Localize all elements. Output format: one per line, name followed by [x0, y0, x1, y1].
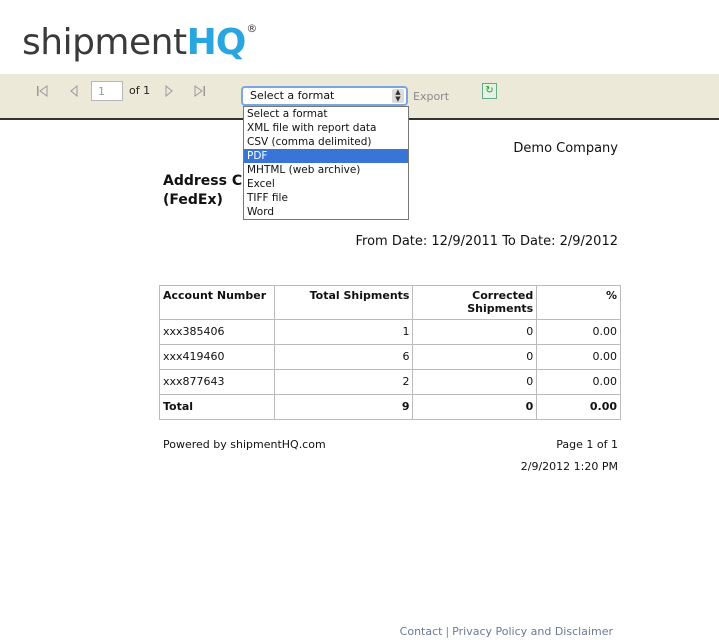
total-label: Total: [159, 394, 275, 420]
prev-page-icon[interactable]: [66, 84, 82, 100]
column-header-account: Account Number: [159, 285, 275, 320]
table-row: xxx419460 6 0 0.00: [159, 344, 621, 370]
page-info-text: Page 1 of 1: [556, 438, 618, 451]
table-total-row: Total 9 0 0.00: [159, 394, 621, 420]
report-table: Account Number Total Shipments Corrected…: [159, 285, 621, 420]
cell-corrected: 0: [412, 344, 538, 370]
table-row: xxx385406 1 0 0.00: [159, 319, 621, 345]
powered-by-text: Powered by shipmentHQ.com: [163, 438, 326, 451]
format-select-value: Select a format: [250, 89, 335, 102]
table-header-row: Account Number Total Shipments Corrected…: [159, 285, 621, 320]
company-name: Demo Company: [513, 141, 618, 156]
logo-text-shipment: shipment: [22, 22, 187, 63]
refresh-icon[interactable]: ↻: [482, 83, 497, 99]
report-title: Address C (FedEx): [163, 172, 242, 210]
total-corrected: 0: [412, 394, 538, 420]
next-page-icon[interactable]: [161, 84, 177, 100]
date-range: From Date: 12/9/2011 To Date: 2/9/2012: [355, 234, 618, 249]
format-select[interactable]: Select a format ▲ ▼: [241, 86, 408, 106]
column-header-total-shipments: Total Shipments: [273, 285, 414, 320]
cell-corrected: 0: [412, 369, 538, 395]
last-page-icon[interactable]: [192, 84, 208, 100]
cell-corrected: 0: [412, 319, 538, 345]
cell-account: xxx419460: [159, 344, 275, 370]
first-page-icon[interactable]: [34, 84, 50, 100]
footer-separator: |: [445, 625, 450, 638]
format-dropdown-list: Select a format XML file with report dat…: [243, 106, 409, 220]
cell-account: xxx385406: [159, 319, 275, 345]
format-option-pdf[interactable]: PDF: [244, 149, 408, 163]
cell-percent: 0.00: [536, 344, 621, 370]
format-option-select[interactable]: Select a format: [244, 107, 408, 121]
page-number-input[interactable]: [91, 81, 123, 101]
total-percent: 0.00: [536, 394, 621, 420]
cell-total-shipments: 6: [273, 344, 414, 370]
cell-percent: 0.00: [536, 369, 621, 395]
shipmenthq-logo: shipmentHQ®: [22, 22, 258, 66]
logo-registered-mark: ®: [246, 22, 258, 35]
printed-timestamp: 2/9/2012 1:20 PM: [520, 460, 618, 473]
logo-text-hq: HQ: [186, 22, 247, 63]
report-title-line1: Address C: [163, 173, 243, 189]
cell-total-shipments: 2: [273, 369, 414, 395]
footer-links: Contact | Privacy Policy and Disclaimer: [400, 625, 613, 638]
column-header-percent: %: [536, 285, 621, 320]
contact-link[interactable]: Contact: [400, 625, 443, 638]
cell-total-shipments: 1: [273, 319, 414, 345]
privacy-policy-link[interactable]: Privacy Policy and Disclaimer: [452, 625, 613, 638]
cell-percent: 0.00: [536, 319, 621, 345]
format-option-mhtml[interactable]: MHTML (web archive): [244, 163, 408, 177]
column-header-corrected: Corrected Shipments: [412, 285, 538, 320]
table-row: xxx877643 2 0 0.00: [159, 369, 621, 395]
report-title-line2: (FedEx): [163, 192, 223, 208]
page-count-label: of 1: [129, 84, 151, 97]
export-link[interactable]: Export: [413, 90, 449, 103]
format-option-word[interactable]: Word: [244, 205, 408, 219]
format-option-csv[interactable]: CSV (comma delimited): [244, 135, 408, 149]
select-arrows-icon: ▲ ▼: [392, 89, 404, 103]
format-option-xml[interactable]: XML file with report data: [244, 121, 408, 135]
format-option-excel[interactable]: Excel: [244, 177, 408, 191]
cell-account: xxx877643: [159, 369, 275, 395]
format-option-tiff[interactable]: TIFF file: [244, 191, 408, 205]
total-shipments: 9: [273, 394, 414, 420]
